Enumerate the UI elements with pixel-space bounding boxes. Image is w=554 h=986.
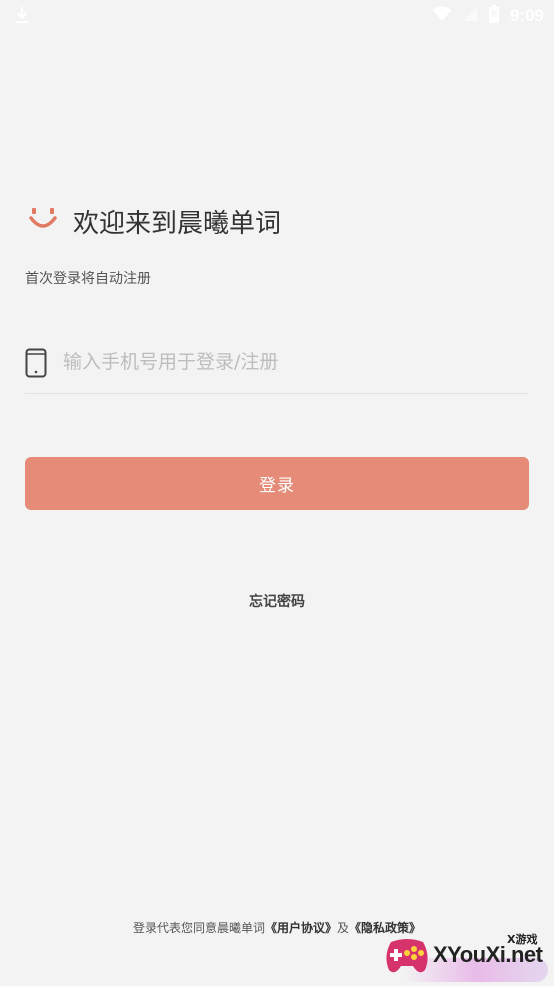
welcome-title: 欢迎来到晨曦单词 bbox=[73, 209, 282, 239]
agreement-prefix: 登录代表您同意晨曦单词 bbox=[132, 921, 265, 935]
agreement-and: 及 bbox=[337, 921, 350, 935]
phone-input-row bbox=[25, 340, 528, 394]
status-time: 9:09 bbox=[509, 6, 544, 25]
auto-register-hint: 首次登录将自动注册 bbox=[25, 271, 151, 287]
phone-icon bbox=[25, 348, 47, 382]
smile-logo-icon bbox=[28, 206, 58, 232]
phone-number-input[interactable] bbox=[63, 346, 513, 378]
download-icon bbox=[14, 6, 30, 30]
user-agreement-link[interactable]: 《用户协议》 bbox=[265, 921, 337, 935]
signal-icon bbox=[462, 6, 478, 26]
watermark: XYouXi.net X游戏 bbox=[383, 928, 554, 986]
login-button[interactable]: 登录 bbox=[25, 457, 529, 510]
battery-icon bbox=[488, 5, 500, 27]
forgot-password-link[interactable]: 忘记密码 bbox=[0, 591, 554, 611]
gamepad-icon bbox=[383, 934, 431, 982]
watermark-tag: X游戏 bbox=[507, 933, 538, 946]
wifi-icon bbox=[432, 6, 452, 26]
status-bar: 9:09 bbox=[0, 0, 554, 32]
